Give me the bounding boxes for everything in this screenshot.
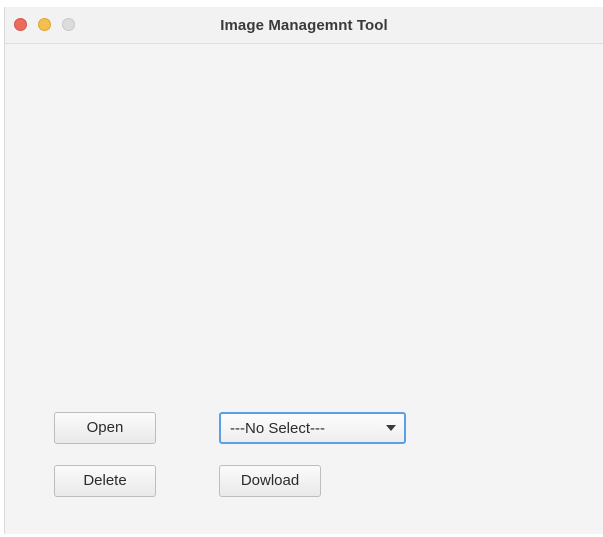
delete-button[interactable]: Delete: [54, 465, 156, 497]
open-button[interactable]: Open: [54, 412, 156, 444]
window-title: Image Managemnt Tool: [220, 17, 388, 34]
app-window: Image Managemnt Tool Open ---No Select--…: [4, 7, 603, 534]
image-select-dropdown[interactable]: ---No Select---: [219, 412, 406, 444]
main-content: Open ---No Select--- Delete Dowload: [5, 44, 603, 534]
download-button[interactable]: Dowload: [219, 465, 321, 497]
title-bar[interactable]: Image Managemnt Tool: [5, 7, 603, 44]
chevron-down-icon: [386, 425, 396, 431]
select-current-value: ---No Select---: [230, 420, 326, 437]
